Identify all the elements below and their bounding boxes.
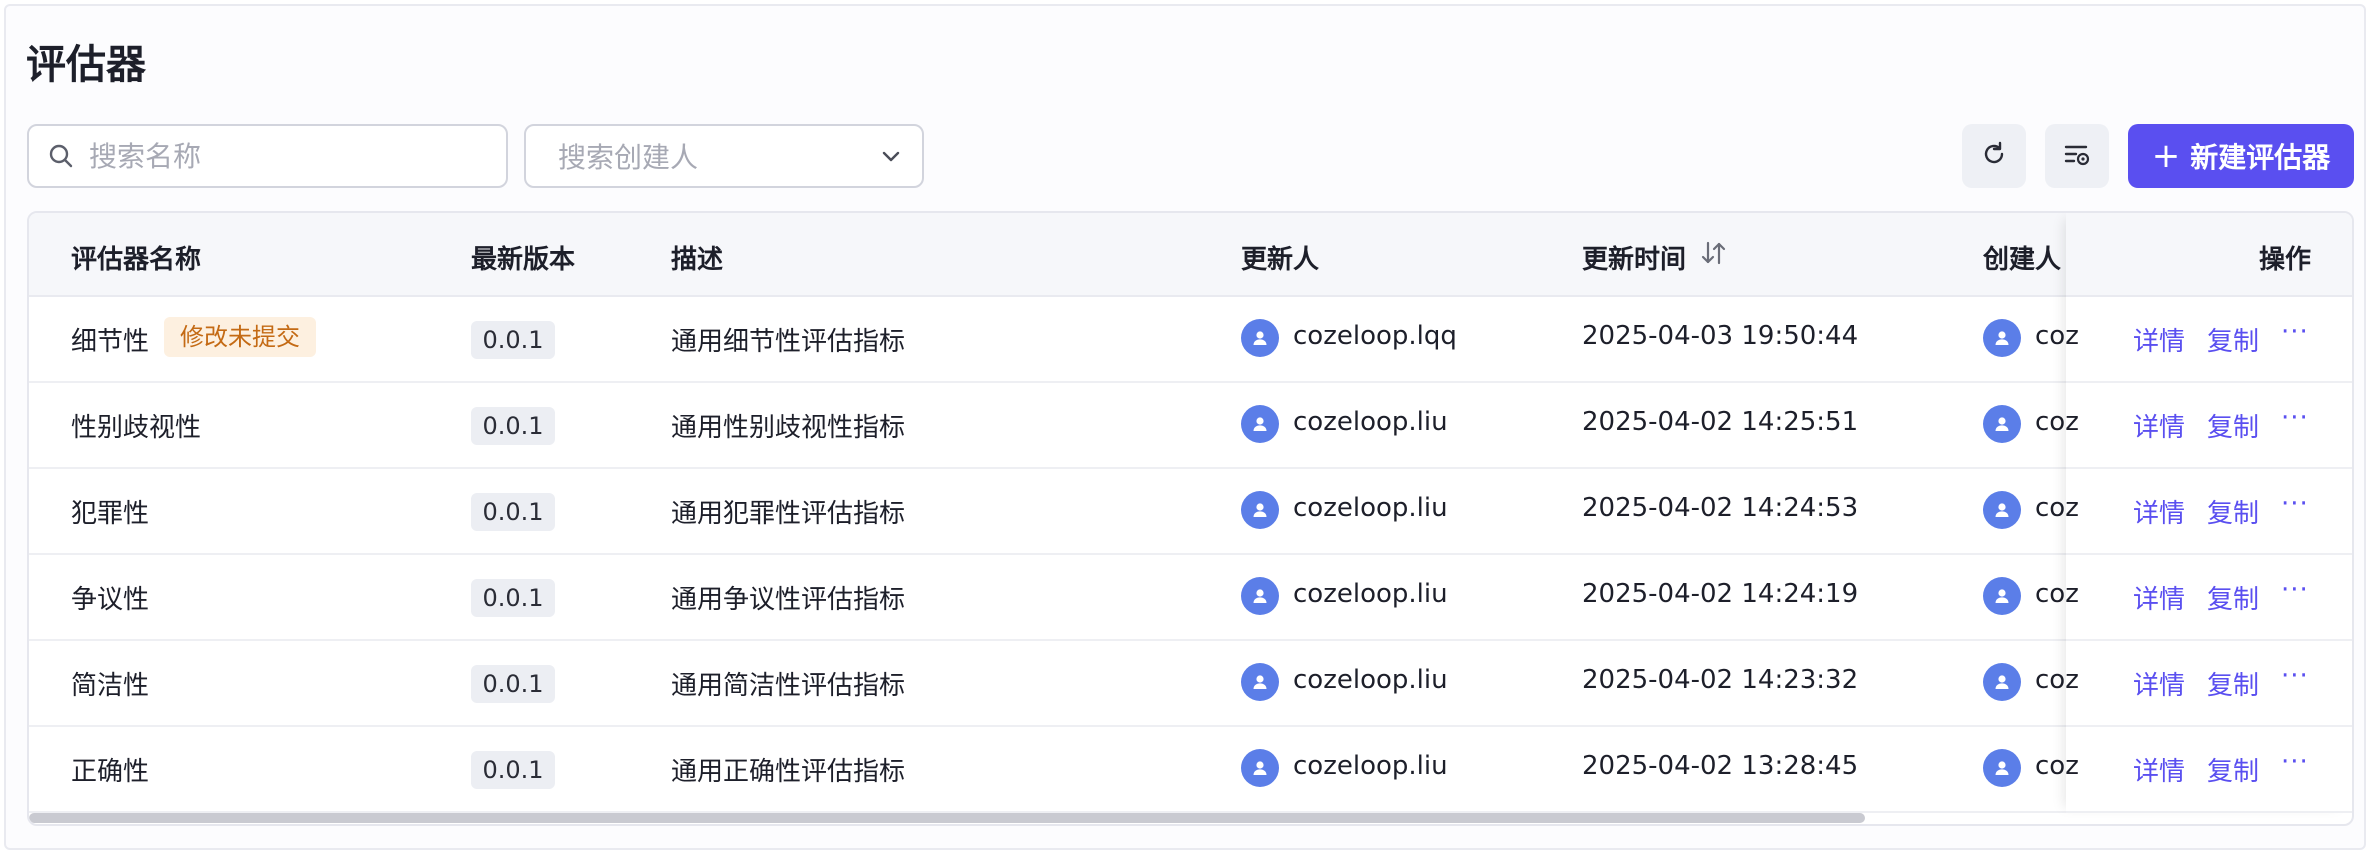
sort-icon[interactable] xyxy=(1699,238,1727,268)
search-icon xyxy=(47,142,75,170)
more-icon[interactable]: ··· xyxy=(2281,403,2309,433)
detail-link[interactable]: 详情 xyxy=(2133,321,2185,358)
evaluator-name: 细节性 xyxy=(71,327,150,357)
avatar xyxy=(1241,491,1279,529)
version-badge: 0.0.1 xyxy=(471,407,555,445)
header-description: 描述 xyxy=(671,245,724,275)
header-updated-at[interactable]: 更新时间 xyxy=(1582,239,1686,276)
table-row[interactable]: 简洁性 0.0.1 通用简洁性评估指标 cozeloop.liu 2025-04… xyxy=(29,641,2352,727)
avatar xyxy=(1241,577,1279,615)
table-row[interactable]: 争议性 0.0.1 通用争议性评估指标 cozeloop.liu 2025-04… xyxy=(29,555,2352,641)
new-evaluator-button[interactable]: + 新建评估器 xyxy=(2128,124,2354,188)
evaluator-name: 争议性 xyxy=(71,585,150,615)
status-badge: 修改未提交 xyxy=(164,317,316,357)
evaluator-name: 简洁性 xyxy=(71,671,150,701)
copy-link[interactable]: 复制 xyxy=(2207,579,2259,616)
header-updater: 更新人 xyxy=(1241,245,1320,275)
more-icon[interactable]: ··· xyxy=(2281,661,2309,691)
table-row[interactable]: 性别歧视性 0.0.1 通用性别歧视性指标 cozeloop.liu 2025-… xyxy=(29,383,2352,469)
version-badge: 0.0.1 xyxy=(471,751,555,789)
updated-at: 2025-04-03 19:50:44 xyxy=(1582,321,1859,351)
creator-name: coz xyxy=(2035,493,2079,523)
creator-select[interactable]: 搜索创建人 xyxy=(524,124,924,188)
creator-name: coz xyxy=(2035,579,2079,609)
updater-name: cozeloop.liu xyxy=(1293,665,1448,695)
more-icon[interactable]: ··· xyxy=(2281,575,2309,605)
updater-name: cozeloop.liu xyxy=(1293,579,1448,609)
version-badge: 0.0.1 xyxy=(471,579,555,617)
table-row[interactable]: 正确性 0.0.1 通用正确性评估指标 cozeloop.liu 2025-04… xyxy=(29,727,2352,813)
evaluator-name: 性别歧视性 xyxy=(71,413,202,443)
updater-name: cozeloop.liu xyxy=(1293,751,1448,781)
version-badge: 0.0.1 xyxy=(471,665,555,703)
detail-link[interactable]: 详情 xyxy=(2133,493,2185,530)
updater-name: cozeloop.liu xyxy=(1293,493,1448,523)
more-icon[interactable]: ··· xyxy=(2281,747,2309,777)
evaluator-name: 犯罪性 xyxy=(71,499,150,529)
page-title: 评估器 xyxy=(26,42,146,88)
copy-link[interactable]: 复制 xyxy=(2207,665,2259,702)
creator-select-placeholder: 搜索创建人 xyxy=(558,141,699,174)
search-name-field[interactable] xyxy=(27,124,508,188)
updated-at: 2025-04-02 13:28:45 xyxy=(1582,751,1859,781)
header-actions: 操作 xyxy=(2259,245,2312,275)
table-row[interactable]: 犯罪性 0.0.1 通用犯罪性评估指标 cozeloop.liu 2025-04… xyxy=(29,469,2352,555)
updated-at: 2025-04-02 14:24:19 xyxy=(1582,579,1859,609)
version-badge: 0.0.1 xyxy=(471,321,555,359)
updated-at: 2025-04-02 14:24:53 xyxy=(1582,493,1859,523)
header-creator: 创建人 xyxy=(1983,245,2062,275)
evaluator-page: 评估器 搜索创建人 + 新建评估器 评估器名称 最新版本 描述 更新人 更新时间 xyxy=(4,4,2366,850)
version-badge: 0.0.1 xyxy=(471,493,555,531)
description: 通用细节性评估指标 xyxy=(671,327,906,357)
avatar xyxy=(1241,749,1279,787)
copy-link[interactable]: 复制 xyxy=(2207,407,2259,444)
updater-name: cozeloop.liu xyxy=(1293,407,1448,437)
description: 通用犯罪性评估指标 xyxy=(671,499,906,529)
column-settings-button[interactable] xyxy=(2045,124,2109,188)
column-settings-icon xyxy=(2062,140,2092,172)
detail-link[interactable]: 详情 xyxy=(2133,665,2185,702)
plus-icon: + xyxy=(2151,136,2181,176)
search-name-input[interactable] xyxy=(87,138,491,174)
avatar xyxy=(1983,491,2021,529)
updater-name: cozeloop.lqq xyxy=(1293,321,1457,351)
new-evaluator-label: 新建评估器 xyxy=(2190,141,2331,174)
evaluator-table: 评估器名称 最新版本 描述 更新人 更新时间 创建人 操作 细节性 修改未提交 … xyxy=(27,211,2354,826)
description: 通用正确性评估指标 xyxy=(671,757,906,787)
refresh-icon xyxy=(1980,140,2008,172)
description: 通用争议性评估指标 xyxy=(671,585,906,615)
chevron-down-icon xyxy=(878,143,904,169)
creator-name: coz xyxy=(2035,407,2079,437)
detail-link[interactable]: 详情 xyxy=(2133,751,2185,788)
creator-name: coz xyxy=(2035,321,2079,351)
header-name: 评估器名称 xyxy=(71,245,202,275)
evaluator-name: 正确性 xyxy=(71,757,150,787)
table-row[interactable]: 细节性 修改未提交 0.0.1 通用细节性评估指标 cozeloop.lqq 2… xyxy=(29,297,2352,383)
detail-link[interactable]: 详情 xyxy=(2133,579,2185,616)
creator-name: coz xyxy=(2035,751,2079,781)
avatar xyxy=(1983,749,2021,787)
updated-at: 2025-04-02 14:25:51 xyxy=(1582,407,1859,437)
horizontal-scrollbar[interactable] xyxy=(29,813,1865,823)
header-version: 最新版本 xyxy=(471,245,576,275)
table-header: 评估器名称 最新版本 描述 更新人 更新时间 创建人 操作 xyxy=(29,213,2352,297)
avatar xyxy=(1983,319,2021,357)
more-icon[interactable]: ··· xyxy=(2281,317,2309,347)
avatar xyxy=(1241,319,1279,357)
copy-link[interactable]: 复制 xyxy=(2207,321,2259,358)
avatar xyxy=(1983,405,2021,443)
avatar xyxy=(1983,577,2021,615)
avatar xyxy=(1241,405,1279,443)
copy-link[interactable]: 复制 xyxy=(2207,751,2259,788)
copy-link[interactable]: 复制 xyxy=(2207,493,2259,530)
creator-name: coz xyxy=(2035,665,2079,695)
description: 通用简洁性评估指标 xyxy=(671,671,906,701)
description: 通用性别歧视性指标 xyxy=(671,413,906,443)
more-icon[interactable]: ··· xyxy=(2281,489,2309,519)
refresh-button[interactable] xyxy=(1962,124,2026,188)
avatar xyxy=(1241,663,1279,701)
detail-link[interactable]: 详情 xyxy=(2133,407,2185,444)
updated-at: 2025-04-02 14:23:32 xyxy=(1582,665,1859,695)
avatar xyxy=(1983,663,2021,701)
